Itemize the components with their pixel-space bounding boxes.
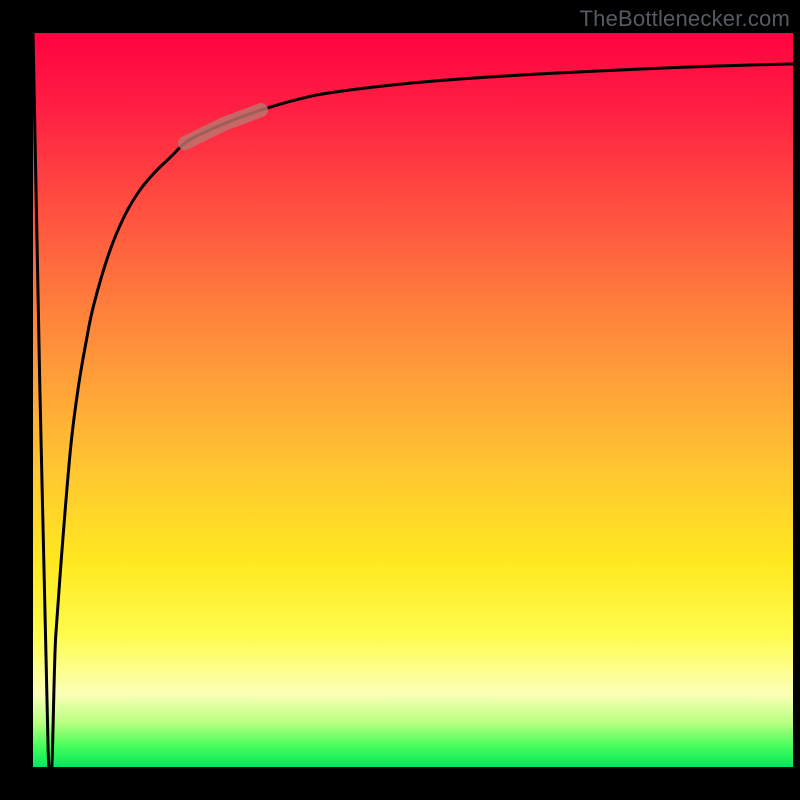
attribution-text: TheBottlenecker.com [580, 6, 790, 32]
chart-frame: TheBottlenecker.com [0, 0, 800, 800]
curve-layer [33, 33, 793, 767]
highlight-segment [185, 110, 261, 143]
bottleneck-curve [33, 33, 793, 786]
plot-area [33, 33, 793, 767]
